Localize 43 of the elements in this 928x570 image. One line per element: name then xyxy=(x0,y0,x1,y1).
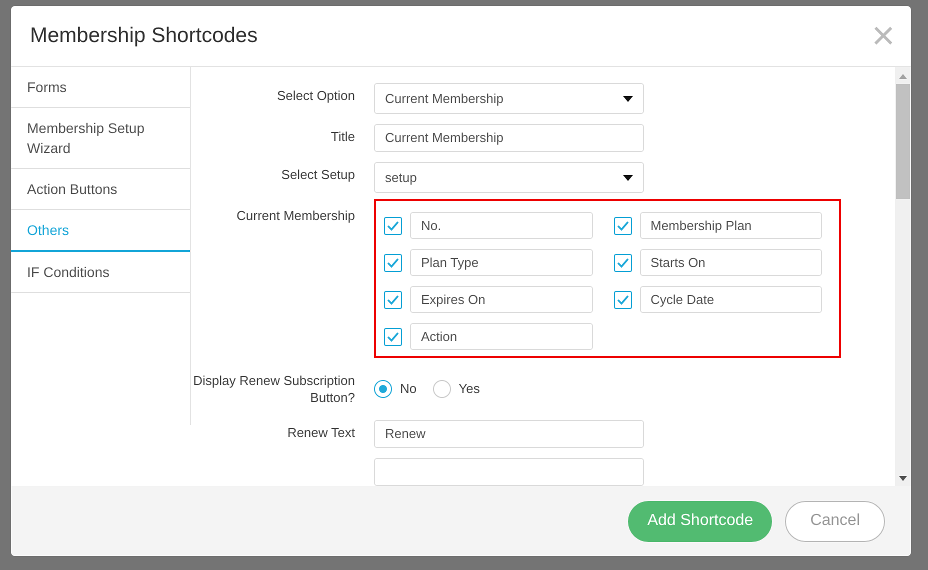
dropdown[interactable]: Current Membership xyxy=(374,83,644,114)
field-label: Display Renew Subscription Button? xyxy=(192,372,355,406)
check-icon xyxy=(616,294,628,304)
radio-option[interactable]: Yes xyxy=(432,372,480,406)
caret-icon xyxy=(623,174,633,180)
check-icon xyxy=(387,294,399,304)
input-field[interactable]: Action xyxy=(410,323,592,350)
input-field[interactable]: Plan Type xyxy=(410,249,592,276)
checkbox[interactable] xyxy=(614,290,632,308)
scrollbar-thumb[interactable] xyxy=(896,84,910,199)
checkbox[interactable] xyxy=(614,216,632,234)
checkbox[interactable] xyxy=(384,328,402,346)
field-label: Current Membership xyxy=(236,207,355,225)
checkbox[interactable] xyxy=(384,216,402,234)
input-field[interactable]: Expires On xyxy=(410,286,592,313)
input-field[interactable]: Current Membership xyxy=(374,124,644,152)
check-icon xyxy=(387,332,399,342)
input-field[interactable]: Starts On xyxy=(640,249,822,276)
input-field[interactable]: Cycle Date xyxy=(640,286,822,313)
dropdown-value: Current Membership xyxy=(385,90,504,108)
field-label: Title xyxy=(330,128,355,146)
field-label: Select Setup xyxy=(280,166,355,184)
checkbox[interactable] xyxy=(614,254,632,272)
dialog-title: Membership Shortcodes xyxy=(30,23,258,50)
check-icon xyxy=(387,220,399,230)
input-field[interactable]: Renew xyxy=(374,420,644,448)
input-field[interactable] xyxy=(374,458,644,486)
input-field[interactable]: Membership Plan xyxy=(640,212,822,239)
scrollbar[interactable] xyxy=(895,67,911,486)
radio-option[interactable]: No xyxy=(374,372,417,406)
field-label: Renew Text xyxy=(286,424,355,442)
dropdown-value: setup xyxy=(385,168,417,187)
checkbox[interactable] xyxy=(384,254,402,272)
caret-icon xyxy=(623,96,633,102)
check-icon xyxy=(387,258,399,268)
scroll-up-icon[interactable] xyxy=(899,74,907,79)
check-icon xyxy=(616,220,628,230)
checkbox[interactable] xyxy=(384,290,402,308)
field-label: Select Option xyxy=(276,87,355,105)
check-icon xyxy=(616,258,628,268)
scroll-down-icon[interactable] xyxy=(899,476,907,481)
input-field[interactable]: No. xyxy=(410,212,592,239)
dropdown[interactable]: setup xyxy=(374,162,644,193)
